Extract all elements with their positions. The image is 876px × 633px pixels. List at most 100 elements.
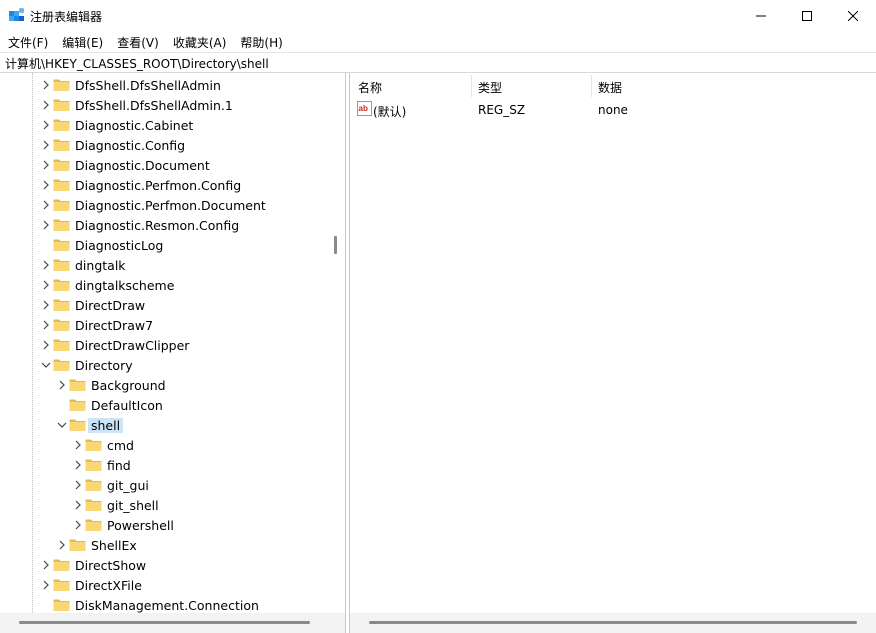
tree-item-label: DiagnosticLog (75, 238, 164, 253)
string-value-icon: ab (357, 101, 372, 116)
tree-item[interactable]: git_gui (0, 475, 328, 495)
tree-item-label: DefaultIcon (91, 398, 163, 413)
chevron-right-icon[interactable] (41, 280, 51, 290)
tree-item[interactable]: Diagnostic.Cabinet (0, 115, 328, 135)
tree-item[interactable]: Directory (0, 355, 328, 375)
chevron-right-icon[interactable] (73, 520, 83, 530)
tree-item-label: Powershell (107, 518, 174, 533)
menu-view[interactable]: 查看(V) (117, 34, 159, 51)
value-name: (默认) (373, 105, 407, 119)
menu-help[interactable]: 帮助(H) (240, 34, 282, 51)
tree-item-label: DirectDraw (75, 298, 146, 313)
maximize-button[interactable] (784, 0, 830, 32)
tree-item[interactable]: cmd (0, 435, 328, 455)
close-button[interactable] (830, 0, 876, 32)
tree-horizontal-scrollbar-thumb[interactable] (19, 621, 310, 624)
minimize-button[interactable] (738, 0, 784, 32)
menu-edit[interactable]: 编辑(E) (62, 34, 103, 51)
tree-item[interactable]: DirectDraw (0, 295, 328, 315)
folder-icon (53, 599, 70, 611)
close-icon (848, 11, 858, 21)
value-list-pane[interactable]: 名称 类型 数据 ab (默认) REG_SZ none (349, 73, 876, 633)
chevron-right-icon[interactable] (41, 300, 51, 310)
tree-item[interactable]: Diagnostic.Resmon.Config (0, 215, 328, 235)
tree-item-label: DirectDraw7 (75, 318, 154, 333)
chevron-right-icon[interactable] (41, 160, 51, 170)
tree-item[interactable]: dingtalk (0, 255, 328, 275)
chevron-right-icon[interactable] (41, 260, 51, 270)
address-bar[interactable]: 计算机\HKEY_CLASSES_ROOT\Directory\shell (0, 52, 876, 73)
column-header-name[interactable]: 名称 (358, 79, 382, 96)
chevron-right-icon[interactable] (41, 220, 51, 230)
chevron-right-icon[interactable] (41, 580, 51, 590)
tree-item[interactable]: DirectShow (0, 555, 328, 575)
tree-item[interactable]: Powershell (0, 515, 328, 535)
chevron-right-icon[interactable] (73, 480, 83, 490)
tree-item[interactable]: ShellEx (0, 535, 328, 555)
chevron-right-icon[interactable] (41, 120, 51, 130)
chevron-right-icon[interactable] (41, 80, 51, 90)
tree-item-label: DirectShow (75, 558, 147, 573)
chevron-right-icon[interactable] (73, 500, 83, 510)
tree-item[interactable]: DirectXFile (0, 575, 328, 595)
chevron-down-icon[interactable] (41, 360, 51, 370)
chevron-right-icon[interactable] (41, 340, 51, 350)
chevron-right-icon[interactable] (41, 180, 51, 190)
chevron-right-icon[interactable] (73, 440, 83, 450)
regedit-app-icon (9, 8, 24, 21)
chevron-right-icon[interactable] (41, 200, 51, 210)
tree-item-label: Diagnostic.Config (75, 138, 186, 153)
tree-item-label: git_gui (107, 478, 149, 493)
tree-item-label: git_shell (107, 498, 159, 513)
tree-item[interactable]: git_shell (0, 495, 328, 515)
chevron-right-icon[interactable] (57, 380, 67, 390)
chevron-right-icon[interactable] (41, 100, 51, 110)
tree-item-label: DfsShell.DfsShellAdmin (75, 78, 221, 93)
tree-item[interactable]: DfsShell.DfsShellAdmin (0, 75, 328, 95)
folder-icon (69, 379, 86, 391)
folder-icon (53, 159, 70, 171)
tree-item[interactable]: DirectDrawClipper (0, 335, 328, 355)
chevron-right-icon[interactable] (41, 320, 51, 330)
svg-text:ab: ab (359, 104, 368, 113)
column-separator[interactable] (471, 75, 472, 97)
tree-item[interactable]: Diagnostic.Config (0, 135, 328, 155)
tree-horizontal-scrollbar[interactable] (0, 613, 345, 633)
list-item[interactable]: ab (默认) REG_SZ none (350, 100, 876, 120)
tree-item-label: Diagnostic.Perfmon.Document (75, 198, 266, 213)
tree-item[interactable]: DirectDraw7 (0, 315, 328, 335)
tree-item[interactable]: Diagnostic.Perfmon.Config (0, 175, 328, 195)
tree-item[interactable]: DiagnosticLog (0, 235, 328, 255)
key-tree-pane[interactable]: DfsShell.DfsShellAdmin DfsShell.DfsShellA… (0, 73, 346, 633)
menu-favorites[interactable]: 收藏夹(A) (173, 34, 227, 51)
column-header-type[interactable]: 类型 (478, 79, 502, 96)
list-header: 名称 类型 数据 (350, 73, 876, 98)
column-header-data[interactable]: 数据 (598, 79, 622, 96)
chevron-right-icon[interactable] (41, 140, 51, 150)
folder-icon (85, 479, 102, 491)
menu-file[interactable]: 文件(F) (8, 34, 48, 51)
tree-item-label: DirectDrawClipper (75, 338, 190, 353)
tree-item[interactable]: find (0, 455, 328, 475)
tree-item[interactable]: DiskManagement.Connection (0, 595, 328, 615)
tree-item[interactable]: Diagnostic.Perfmon.Document (0, 195, 328, 215)
chevron-down-icon[interactable] (57, 420, 67, 430)
tree-item[interactable]: Background (0, 375, 328, 395)
chevron-right-icon[interactable] (41, 560, 51, 570)
tree-item[interactable]: DefaultIcon (0, 395, 328, 415)
folder-icon (53, 199, 70, 211)
column-separator[interactable] (591, 75, 592, 97)
list-horizontal-scrollbar-thumb[interactable] (369, 621, 857, 624)
tree-item[interactable]: DfsShell.DfsShellAdmin.1 (0, 95, 328, 115)
tree-vertical-scrollbar-thumb[interactable] (334, 236, 337, 254)
folder-icon (53, 279, 70, 291)
tree-item[interactable]: shell (0, 415, 328, 435)
tree-item-label: Diagnostic.Cabinet (75, 118, 194, 133)
chevron-right-icon[interactable] (57, 540, 67, 550)
folder-icon (85, 439, 102, 451)
folder-icon (53, 259, 70, 271)
tree-item[interactable]: dingtalkscheme (0, 275, 328, 295)
tree-item[interactable]: Diagnostic.Document (0, 155, 328, 175)
chevron-right-icon[interactable] (73, 460, 83, 470)
list-horizontal-scrollbar[interactable] (350, 613, 876, 633)
